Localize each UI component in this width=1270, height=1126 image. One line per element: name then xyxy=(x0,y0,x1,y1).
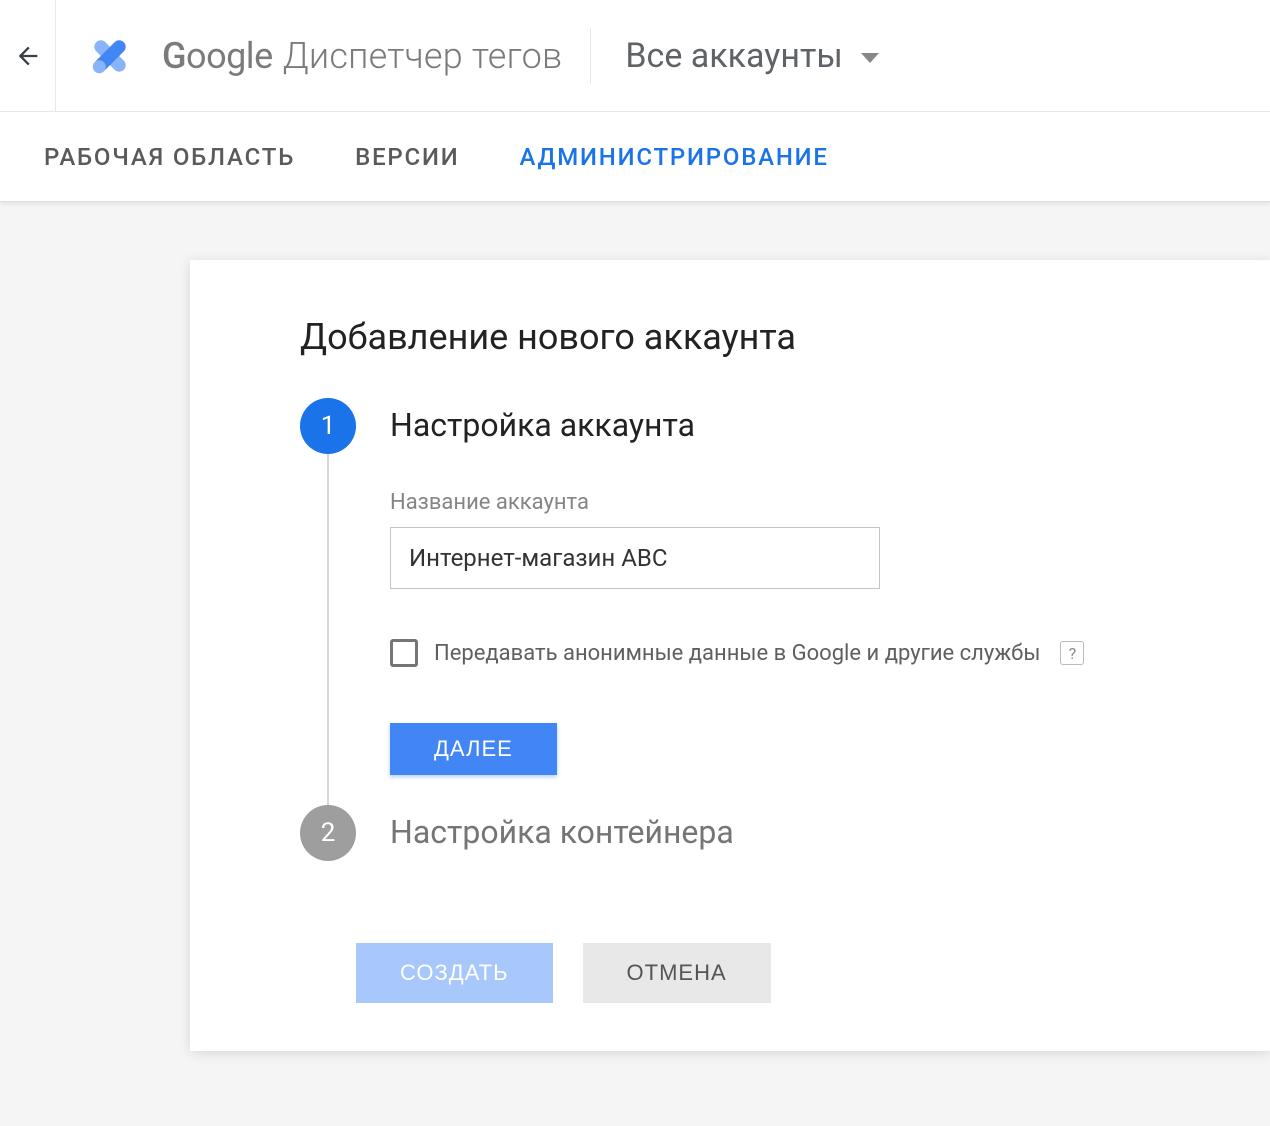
step-2-title: Настройка контейнера xyxy=(390,813,1214,851)
back-arrow-icon[interactable] xyxy=(14,42,42,70)
cancel-button[interactable]: ОТМЕНА xyxy=(583,943,771,1003)
share-data-label: Передавать анонимные данные в Google и д… xyxy=(434,641,1040,666)
stepper: 1 Настройка аккаунта Название аккаунта П… xyxy=(300,398,1214,861)
step-1: 1 Настройка аккаунта Название аккаунта П… xyxy=(300,398,1214,805)
step-2-badge: 2 xyxy=(300,805,356,861)
step-2: 2 Настройка контейнера xyxy=(300,805,1214,861)
tabs-row: РАБОЧАЯ ОБЛАСТЬ ВЕРСИИ АДМИНИСТРИРОВАНИЕ xyxy=(0,112,1270,202)
tab-versions[interactable]: ВЕРСИИ xyxy=(355,143,459,171)
step-1-content: Настройка аккаунта Название аккаунта Пер… xyxy=(356,398,1214,805)
share-data-checkbox[interactable] xyxy=(390,639,418,667)
account-name-input[interactable] xyxy=(390,527,880,589)
create-button[interactable]: СОЗДАТЬ xyxy=(356,943,553,1003)
brand-area: Google Диспетчер тегов xyxy=(56,28,591,84)
back-column xyxy=(0,0,56,111)
step-connector xyxy=(327,454,329,825)
step-1-title: Настройка аккаунта xyxy=(390,406,1214,444)
content-wrap: Добавление нового аккаунта 1 Настройка а… xyxy=(0,202,1270,1051)
account-name-label: Название аккаунта xyxy=(390,490,1214,515)
top-header: Google Диспетчер тегов Все аккаунты xyxy=(0,0,1270,112)
brand-google: Google xyxy=(162,35,273,77)
help-icon[interactable]: ? xyxy=(1060,641,1084,665)
chevron-down-icon xyxy=(861,53,879,63)
add-account-card: Добавление нового аккаунта 1 Настройка а… xyxy=(190,260,1270,1051)
footer-buttons: СОЗДАТЬ ОТМЕНА xyxy=(356,943,1214,1003)
next-button[interactable]: ДАЛЕЕ xyxy=(390,723,557,775)
card-title: Добавление нового аккаунта xyxy=(300,316,1214,358)
account-selector[interactable]: Все аккаунты xyxy=(591,36,878,76)
tab-workspace[interactable]: РАБОЧАЯ ОБЛАСТЬ xyxy=(44,143,295,171)
brand-text: Google Диспетчер тегов xyxy=(162,35,562,77)
account-selector-label: Все аккаунты xyxy=(625,36,842,76)
tab-admin[interactable]: АДМИНИСТРИРОВАНИЕ xyxy=(520,143,829,171)
brand-product: Диспетчер тегов xyxy=(283,35,563,77)
step-1-badge: 1 xyxy=(300,398,356,454)
gtm-logo-icon xyxy=(84,30,136,82)
share-data-row: Передавать анонимные данные в Google и д… xyxy=(390,639,1214,667)
step-2-content: Настройка контейнера xyxy=(356,805,1214,851)
